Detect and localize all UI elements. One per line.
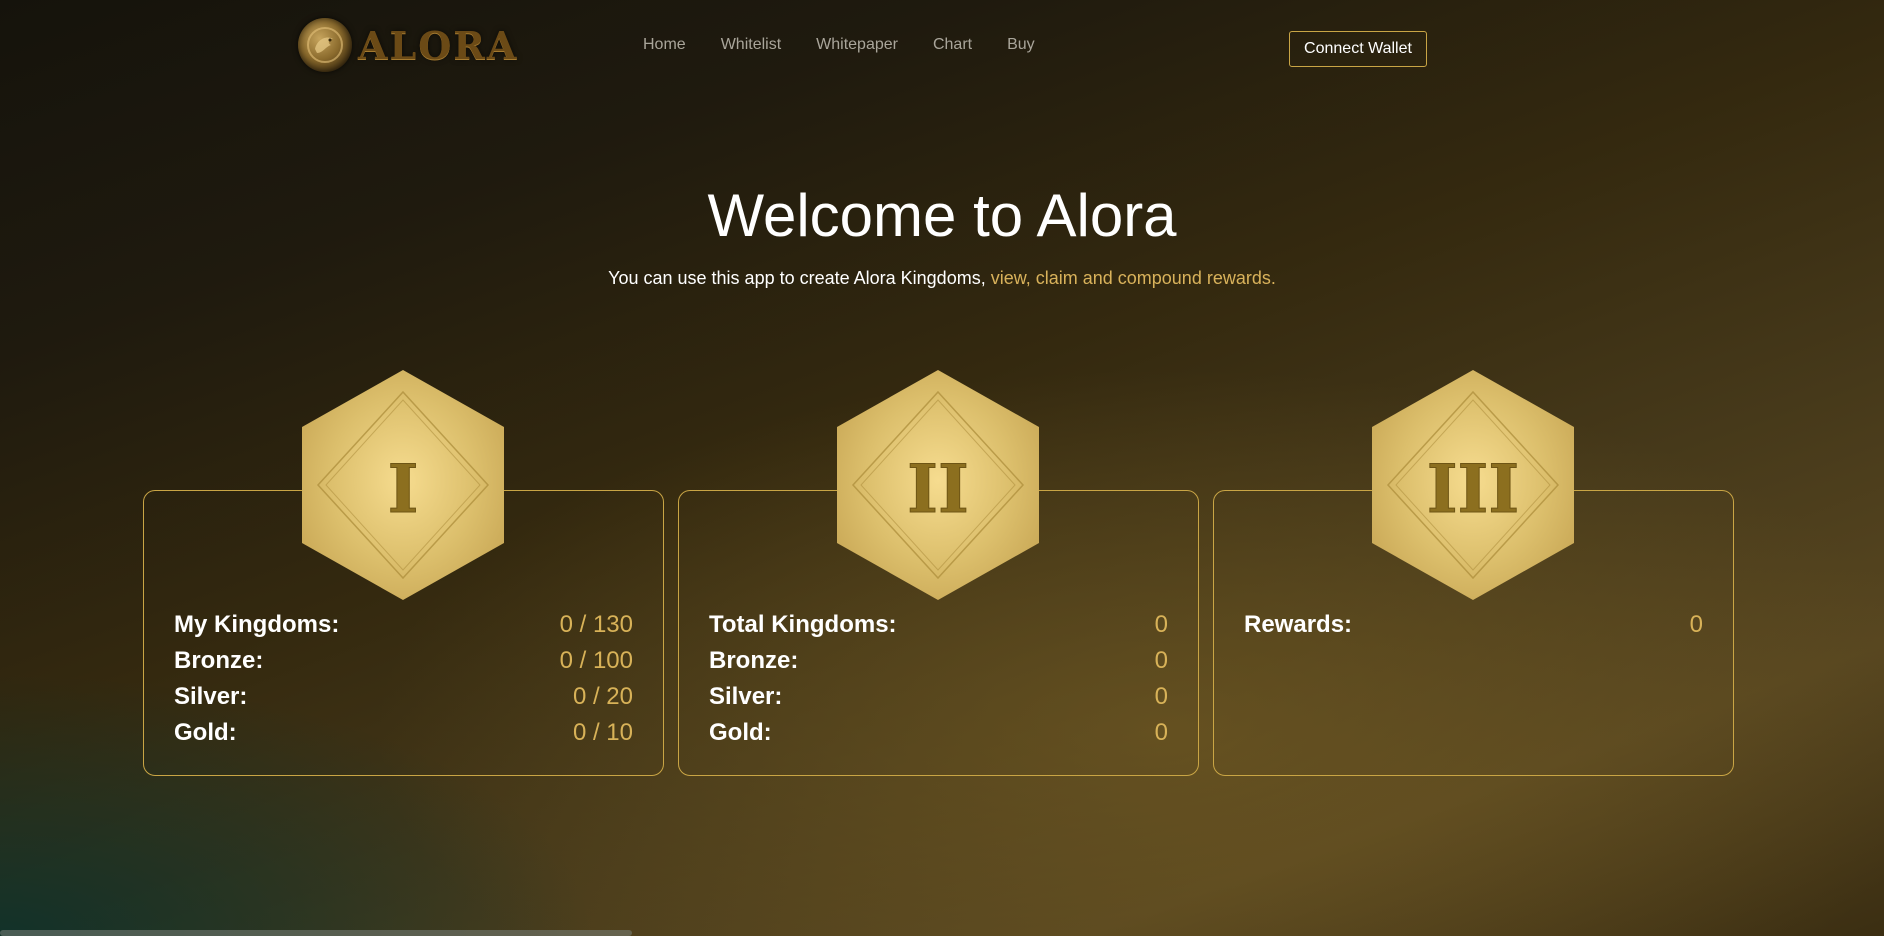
nav-chart[interactable]: Chart <box>933 36 972 54</box>
stat-label: My Kingdoms: <box>174 611 340 638</box>
stat-row-total-kingdoms: Total Kingdoms: 0 <box>709 607 1168 643</box>
stat-value: 0 <box>1154 719 1168 746</box>
stat-value: 0 <box>1154 611 1168 638</box>
stat-label: Silver: <box>709 683 783 710</box>
badge-numeral: II <box>907 450 969 528</box>
stat-value: 0 / 10 <box>572 719 633 746</box>
stat-label: Bronze: <box>174 647 264 674</box>
stat-row-bronze: Bronze: 0 / 100 <box>174 643 633 679</box>
badge-numeral: I <box>388 450 419 528</box>
horizontal-scrollbar[interactable] <box>0 930 632 936</box>
stat-row-silver: Silver: 0 / 20 <box>174 679 633 715</box>
stat-label: Total Kingdoms: <box>709 611 897 638</box>
subtitle-highlight: view, claim and compound rewards. <box>990 268 1276 288</box>
stat-label: Gold: <box>174 719 237 746</box>
nav-home[interactable]: Home <box>643 36 686 54</box>
stat-value: 0 / 130 <box>559 611 633 638</box>
stat-row-bronze: Bronze: 0 <box>709 643 1168 679</box>
stat-row-silver: Silver: 0 <box>709 679 1168 715</box>
stat-value: 0 / 20 <box>572 683 633 710</box>
stat-value: 0 / 100 <box>559 647 633 674</box>
nav-whitepaper[interactable]: Whitepaper <box>816 36 898 54</box>
dragon-emblem-icon <box>298 18 352 72</box>
stat-row-gold: Gold: 0 / 10 <box>174 715 633 751</box>
rewards-stats: Rewards: 0 <box>1244 607 1703 643</box>
stat-row-my-kingdoms: My Kingdoms: 0 / 130 <box>174 607 633 643</box>
logo[interactable]: ALORA <box>298 16 518 74</box>
stat-value: 0 <box>1689 611 1703 638</box>
my-kingdoms-stats: My Kingdoms: 0 / 130 Bronze: 0 / 100 Sil… <box>174 607 633 751</box>
stat-row-gold: Gold: 0 <box>709 715 1168 751</box>
nav-buy[interactable]: Buy <box>1007 36 1035 54</box>
stat-label: Rewards: <box>1244 611 1353 638</box>
connect-wallet-button[interactable]: Connect Wallet <box>1289 31 1427 67</box>
page-subtitle: You can use this app to create Alora Kin… <box>0 268 1884 289</box>
page-title: Welcome to Alora <box>707 182 1177 249</box>
stat-label: Bronze: <box>709 647 799 674</box>
nav-whitelist[interactable]: Whitelist <box>721 36 781 54</box>
stat-value: 0 <box>1154 683 1168 710</box>
hexagon-badge-icon: I <box>302 370 504 600</box>
hexagon-badge-icon: III <box>1372 370 1574 600</box>
hexagon-badge-icon: II <box>837 370 1039 600</box>
main-nav: Home Whitelist Whitepaper Chart Buy <box>643 36 1070 54</box>
stat-row-rewards: Rewards: 0 <box>1244 607 1703 643</box>
logo-wordmark: ALORA <box>358 22 519 68</box>
total-kingdoms-stats: Total Kingdoms: 0 Bronze: 0 Silver: 0 Go… <box>709 607 1168 751</box>
stat-label: Silver: <box>174 683 248 710</box>
stat-value: 0 <box>1154 647 1168 674</box>
badge-numeral: III <box>1427 450 1520 528</box>
stat-label: Gold: <box>709 719 772 746</box>
subtitle-text: You can use this app to create Alora Kin… <box>608 268 986 288</box>
